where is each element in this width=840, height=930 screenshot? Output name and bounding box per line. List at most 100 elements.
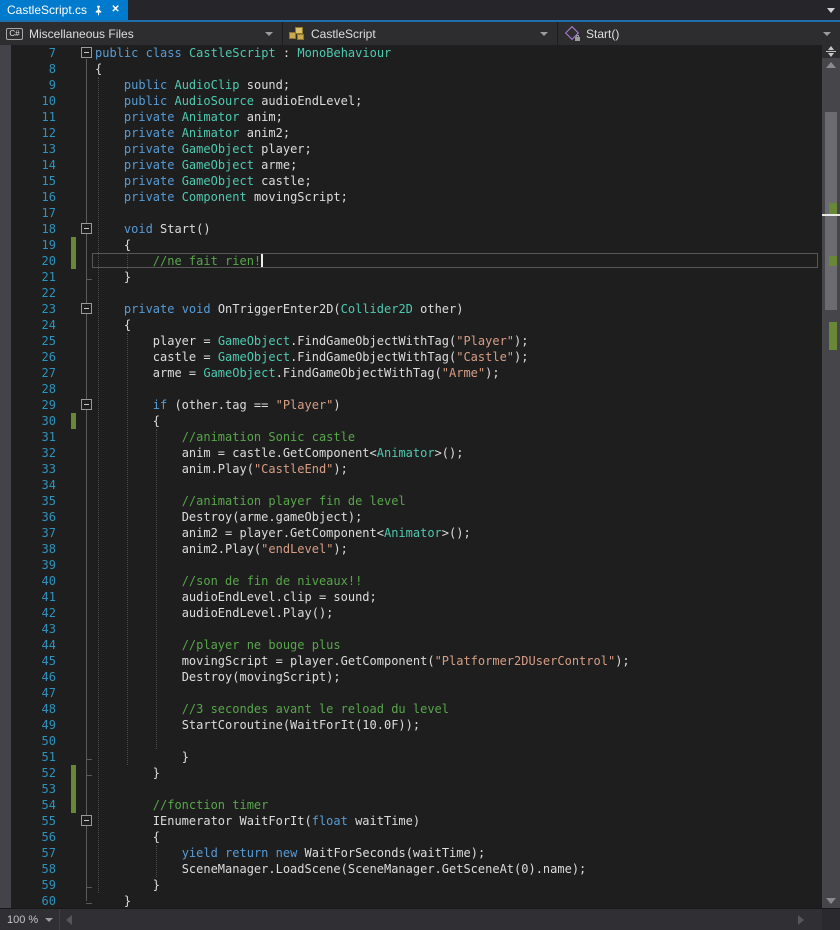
scroll-right-arrow-icon[interactable] <box>798 915 804 925</box>
code-editor[interactable]: 7public class CastleScript : MonoBehavio… <box>0 45 822 908</box>
pin-icon[interactable] <box>93 5 104 16</box>
code-line[interactable]: void Start() <box>124 221 211 237</box>
scroll-left-arrow-icon[interactable] <box>66 915 72 925</box>
code-token: } <box>153 878 160 892</box>
code-line[interactable]: } <box>153 877 160 893</box>
scrollbar-caret-mark <box>822 214 840 216</box>
code-token: } <box>124 894 131 908</box>
document-list-dropdown-icon[interactable] <box>827 8 835 13</box>
line-number: 20 <box>11 253 56 269</box>
code-token: //player ne bouge plus <box>182 638 341 652</box>
code-token: "Castle" <box>456 350 514 364</box>
line-number: 34 <box>11 477 56 493</box>
project-dropdown[interactable]: C# Miscellaneous Files <box>0 22 283 45</box>
chevron-down-icon <box>540 32 548 36</box>
code-line[interactable]: private GameObject player; <box>124 141 312 157</box>
code-line[interactable]: { <box>95 61 102 77</box>
code-token <box>174 302 181 316</box>
collapse-region-toggle[interactable] <box>81 815 92 826</box>
code-line[interactable]: movingScript = player.GetComponent("Plat… <box>182 653 630 669</box>
breakpoint-margin[interactable] <box>0 45 11 908</box>
code-line[interactable]: private Animator anim2; <box>124 125 290 141</box>
code-token: { <box>153 414 160 428</box>
code-line[interactable]: player = GameObject.FindGameObjectWithTa… <box>153 333 529 349</box>
code-line[interactable]: { <box>124 237 131 253</box>
code-line[interactable]: //ne fait rien! <box>153 253 261 269</box>
close-icon[interactable]: ✕ <box>110 5 121 16</box>
code-line[interactable]: StartCoroutine(WaitForIt(10.0F)); <box>182 717 420 733</box>
code-line[interactable]: anim.Play("CastleEnd"); <box>182 461 348 477</box>
code-line[interactable]: private GameObject arme; <box>124 157 297 173</box>
code-line[interactable]: private void OnTriggerEnter2D(Collider2D… <box>124 301 464 317</box>
code-token: anim2 = player.GetComponent< <box>182 526 384 540</box>
collapse-region-toggle[interactable] <box>81 47 92 58</box>
code-line[interactable]: //fonction timer <box>153 797 269 813</box>
code-token: SceneManager.LoadScene(SceneManager.GetS… <box>182 862 587 876</box>
code-token: float <box>312 814 348 828</box>
code-line[interactable]: audioEndLevel.clip = sound; <box>182 589 377 605</box>
code-line[interactable]: arme = GameObject.FindGameObjectWithTag(… <box>153 365 500 381</box>
code-line[interactable]: { <box>124 317 131 333</box>
code-line[interactable]: public AudioSource audioEndLevel; <box>124 93 362 109</box>
code-line[interactable]: anim = castle.GetComponent<Animator>(); <box>182 445 464 461</box>
collapse-region-toggle[interactable] <box>81 303 92 314</box>
code-token: .FindGameObjectWithTag( <box>290 334 456 348</box>
code-line[interactable]: //player ne bouge plus <box>182 637 341 653</box>
code-token: castle; <box>254 174 312 188</box>
code-line[interactable]: //animation Sonic castle <box>182 429 355 445</box>
scroll-up-arrow-icon[interactable] <box>826 62 836 68</box>
code-line[interactable]: //son de fin de niveaux!! <box>182 573 363 589</box>
code-line[interactable]: private GameObject castle; <box>124 173 312 189</box>
code-line[interactable]: IEnumerator WaitForIt(float waitTime) <box>153 813 420 829</box>
code-line[interactable]: private Component movingScript; <box>124 189 348 205</box>
split-window-handle[interactable] <box>822 45 840 58</box>
line-number: 59 <box>11 877 56 893</box>
code-line[interactable]: if (other.tag == "Player") <box>153 397 341 413</box>
type-dropdown[interactable]: CastleScript <box>283 22 558 45</box>
code-line[interactable]: Destroy(movingScript); <box>182 669 341 685</box>
code-line[interactable]: castle = GameObject.FindGameObjectWithTa… <box>153 349 529 365</box>
line-number: 42 <box>11 605 56 621</box>
code-line[interactable]: //3 secondes avant le reload du level <box>182 701 449 717</box>
code-token: Animator <box>384 526 442 540</box>
code-line[interactable]: public class CastleScript : MonoBehaviou… <box>95 45 391 61</box>
code-line[interactable]: private Animator anim; <box>124 109 283 125</box>
collapse-region-toggle[interactable] <box>81 399 92 410</box>
code-line[interactable]: anim2 = player.GetComponent<Animator>(); <box>182 525 471 541</box>
collapse-region-toggle[interactable] <box>81 223 92 234</box>
code-line[interactable]: } <box>153 765 160 781</box>
code-line[interactable]: //animation player fin de level <box>182 493 406 509</box>
line-number: 25 <box>11 333 56 349</box>
code-token: .FindGameObjectWithTag( <box>290 350 456 364</box>
code-line[interactable]: SceneManager.LoadScene(SceneManager.GetS… <box>182 861 587 877</box>
code-token: Component <box>182 190 247 204</box>
code-line[interactable]: yield return new WaitForSeconds(waitTime… <box>182 845 485 861</box>
code-token: { <box>124 238 131 252</box>
code-token: "endLevel" <box>261 542 333 556</box>
line-number: 41 <box>11 589 56 605</box>
code-token: { <box>124 318 131 332</box>
horizontal-scrollbar[interactable]: 100 % <box>0 908 840 930</box>
line-number: 46 <box>11 669 56 685</box>
code-line[interactable]: { <box>153 829 160 845</box>
code-token: void <box>124 222 153 236</box>
member-dropdown[interactable]: Start() <box>558 22 840 45</box>
code-token: player = <box>153 334 218 348</box>
code-line[interactable]: } <box>124 269 131 285</box>
line-number: 60 <box>11 893 56 908</box>
code-token: Destroy(movingScript); <box>182 670 341 684</box>
code-token: } <box>124 270 131 284</box>
zoom-control[interactable]: 100 % <box>0 909 60 930</box>
code-line[interactable]: public AudioClip sound; <box>124 77 290 93</box>
code-line[interactable]: } <box>124 893 131 908</box>
tab-castlescript[interactable]: CastleScript.cs ✕ <box>0 0 128 20</box>
code-line[interactable]: anim2.Play("endLevel"); <box>182 541 348 557</box>
vertical-scrollbar[interactable] <box>822 45 840 908</box>
code-line[interactable]: { <box>153 413 160 429</box>
code-line[interactable]: audioEndLevel.Play(); <box>182 605 334 621</box>
code-line[interactable]: } <box>182 749 189 765</box>
scroll-down-arrow-icon[interactable] <box>826 898 836 904</box>
navigation-bar: C# Miscellaneous Files CastleScript Star… <box>0 22 840 45</box>
code-line[interactable]: Destroy(arme.gameObject); <box>182 509 363 525</box>
code-token: private <box>124 302 175 316</box>
